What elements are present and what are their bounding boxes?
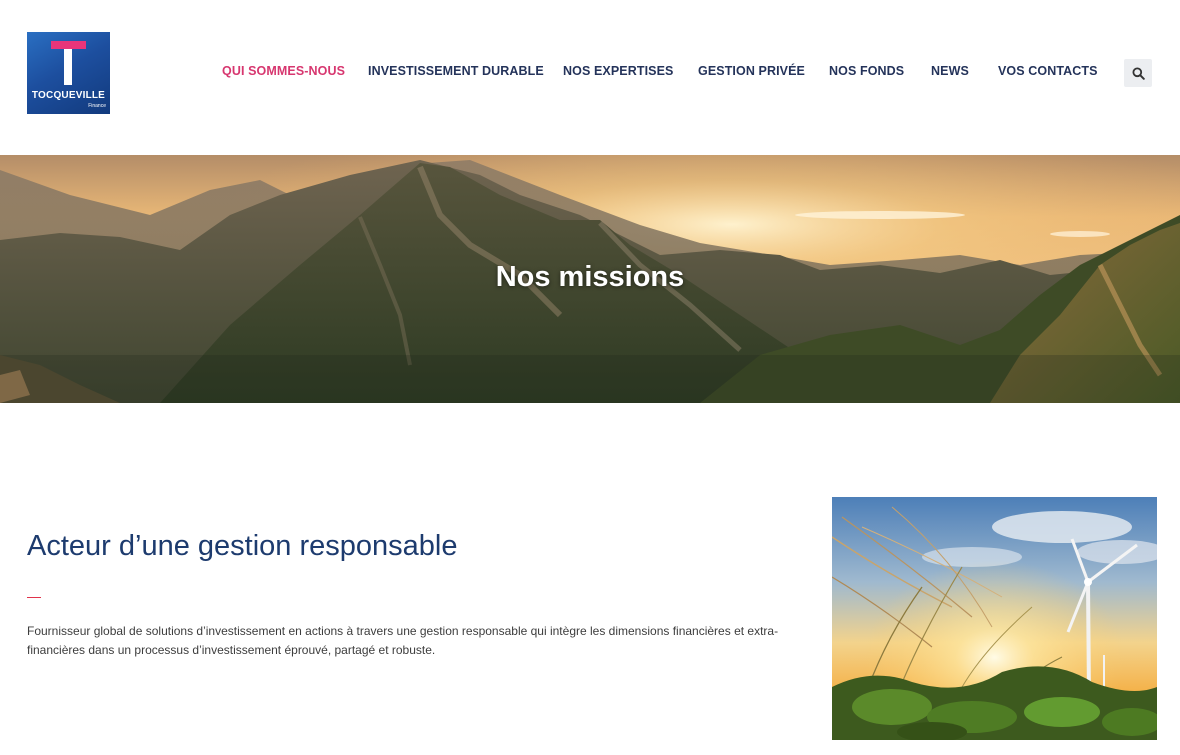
nav-item-investissement-durable[interactable]: INVESTISSEMENT DURABLE xyxy=(368,64,544,78)
section-title: Acteur d’une gestion responsable xyxy=(27,530,458,562)
logo-name: TOCQUEVILLE xyxy=(31,90,106,101)
wind-turbine-image xyxy=(832,497,1157,740)
logo-subtitle: Finance xyxy=(88,103,106,109)
hero-title: Nos missions xyxy=(495,261,685,293)
hero-banner: Nos missions xyxy=(0,155,1180,403)
nav-item-nos-fonds[interactable]: NOS FONDS xyxy=(829,64,904,78)
accent-divider xyxy=(27,597,41,598)
search-icon xyxy=(1132,67,1145,80)
wind-turbine-illustration xyxy=(832,497,1157,740)
search-button[interactable] xyxy=(1124,59,1152,87)
site-header: TOCQUEVILLE Finance QUI SOMMES-NOUS INVE… xyxy=(0,0,1180,155)
nav-item-gestion-privee[interactable]: GESTION PRIVÉE xyxy=(698,64,805,78)
nav-item-vos-contacts[interactable]: VOS CONTACTS xyxy=(998,64,1098,78)
nav-item-qui-sommes-nous[interactable]: QUI SOMMES-NOUS xyxy=(222,64,345,78)
logo-t-mark xyxy=(51,41,86,85)
nav-item-nos-expertises[interactable]: NOS EXPERTISES xyxy=(563,64,673,78)
nav-item-news[interactable]: NEWS xyxy=(931,64,969,78)
section-description: Fournisseur global de solutions d’invest… xyxy=(27,624,779,657)
tocqueville-logo[interactable]: TOCQUEVILLE Finance xyxy=(27,32,110,114)
